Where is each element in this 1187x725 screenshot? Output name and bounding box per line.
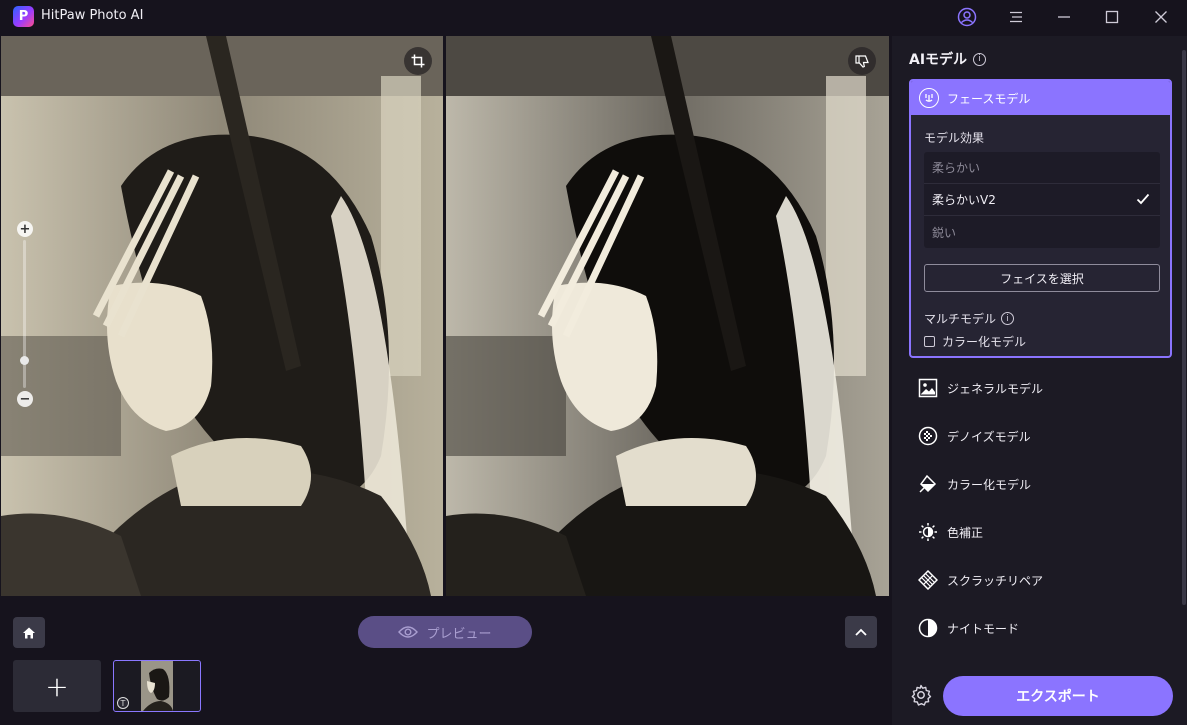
- title-bar: P HitPaw Photo AI: [0, 0, 1187, 34]
- logo-letter: P: [18, 9, 29, 24]
- face-model-option[interactable]: フェースモデル: [911, 81, 1170, 115]
- half-circle-icon: [918, 618, 938, 638]
- close-icon[interactable]: [1150, 6, 1172, 28]
- thumbs-down-icon[interactable]: [848, 47, 876, 75]
- app-title: HitPaw Photo AI: [41, 8, 144, 23]
- model-option-label: 色補正: [947, 525, 984, 540]
- menu-icon[interactable]: [1005, 6, 1027, 28]
- effect-option-label: 柔らかいV2: [932, 193, 996, 207]
- original-photo: [1, 36, 443, 596]
- colorize-model-checkbox[interactable]: カラー化モデル: [924, 333, 1026, 350]
- zoom-slider-knob[interactable]: [20, 356, 29, 365]
- effect-option-label: 柔らかい: [932, 161, 981, 175]
- thumbnail-badge-text: T: [120, 698, 126, 708]
- zoom-out-label: −: [19, 391, 31, 407]
- preview-label: プレビュー: [426, 626, 492, 642]
- model-option-denoise[interactable]: デノイズモデル: [918, 425, 1031, 447]
- export-button[interactable]: エクスポート: [943, 676, 1173, 716]
- model-option-label: ジェネラルモデル: [947, 381, 1044, 396]
- app-logo: P: [13, 6, 34, 27]
- scratch-repair-icon: [918, 570, 938, 590]
- home-icon: [23, 627, 35, 638]
- ai-model-heading: AIモデル i: [909, 49, 987, 69]
- model-option-scratch-repair[interactable]: スクラッチリペア: [918, 569, 1043, 591]
- ai-model-heading-text: AIモデル: [909, 52, 968, 68]
- enhanced-image-panel[interactable]: [446, 36, 889, 596]
- model-option-night-mode[interactable]: ナイトモード: [918, 617, 1019, 639]
- zoom-in-button[interactable]: +: [17, 221, 33, 237]
- checkmark-icon: [1136, 193, 1150, 205]
- effect-option-label: 鋭い: [932, 225, 957, 240]
- face-model-card: フェースモデル モデル効果 柔らかい 柔らかいV2 鋭い フェイスを選択 マルチ…: [909, 79, 1172, 358]
- select-face-button[interactable]: フェイスを選択: [924, 264, 1160, 292]
- home-button[interactable]: [13, 617, 45, 648]
- face-model-label: フェースモデル: [947, 91, 1031, 106]
- original-image-panel[interactable]: [1, 36, 443, 596]
- zoom-in-label: +: [19, 221, 31, 237]
- multi-model-label: マルチモデル i: [924, 310, 1015, 327]
- image-thumbnail[interactable]: T: [113, 660, 201, 712]
- checkbox-icon[interactable]: [924, 336, 935, 347]
- denoise-icon: [918, 426, 938, 446]
- account-icon[interactable]: [956, 6, 978, 28]
- zoom-slider[interactable]: [23, 240, 26, 388]
- model-option-label: ナイトモード: [947, 621, 1020, 636]
- model-option-color-correction[interactable]: 色補正: [918, 521, 983, 543]
- model-option-label: カラー化モデル: [947, 477, 1032, 492]
- image-icon: [918, 378, 938, 398]
- info-icon[interactable]: i: [973, 52, 987, 66]
- effect-option-sharp[interactable]: 鋭い: [924, 216, 1160, 248]
- enhanced-photo: [446, 36, 889, 596]
- thumbnail-badge: T: [117, 697, 129, 709]
- colorize-checkbox-label: カラー化モデル: [942, 335, 1027, 349]
- select-face-label: フェイスを選択: [1000, 271, 1084, 286]
- export-label: エクスポート: [1016, 689, 1100, 705]
- preview-button[interactable]: プレビュー: [358, 616, 532, 648]
- chevron-up-icon: [855, 628, 867, 636]
- model-option-label: スクラッチリペア: [947, 573, 1044, 588]
- eye-icon: [398, 626, 419, 638]
- add-label: +: [45, 669, 69, 703]
- add-image-button[interactable]: +: [13, 660, 101, 712]
- model-effect-list: 柔らかい 柔らかいV2 鋭い: [924, 152, 1160, 248]
- face-icon: [919, 88, 939, 108]
- model-effect-heading: モデル効果: [924, 131, 985, 145]
- effect-option-soft-v2[interactable]: 柔らかいV2: [924, 184, 1160, 216]
- sidebar-scrollbar[interactable]: [1182, 50, 1186, 605]
- model-option-colorize[interactable]: カラー化モデル: [918, 473, 1031, 495]
- multi-model-text: マルチモデル: [924, 312, 997, 326]
- paint-bucket-icon: [918, 474, 938, 494]
- crop-icon[interactable]: [404, 47, 432, 75]
- maximize-icon[interactable]: [1101, 6, 1123, 28]
- zoom-out-button[interactable]: −: [17, 391, 33, 407]
- gear-icon[interactable]: [910, 684, 932, 706]
- ai-model-sidebar: AIモデル i フェースモデル モデル効果 柔らかい 柔らかいV2 鋭い フェイ…: [892, 36, 1187, 725]
- model-option-general[interactable]: ジェネラルモデル: [918, 377, 1043, 399]
- info-icon[interactable]: i: [1001, 312, 1015, 325]
- effect-option-soft[interactable]: 柔らかい: [924, 152, 1160, 184]
- model-option-label: デノイズモデル: [947, 429, 1031, 444]
- app-window: P HitPaw Photo AI + − プレビュー + T AIモデル i …: [0, 0, 1187, 725]
- thumbnail-photo: [141, 661, 173, 711]
- minimize-icon[interactable]: [1053, 6, 1075, 28]
- expand-up-button[interactable]: [845, 616, 877, 648]
- sun-icon: [918, 522, 938, 542]
